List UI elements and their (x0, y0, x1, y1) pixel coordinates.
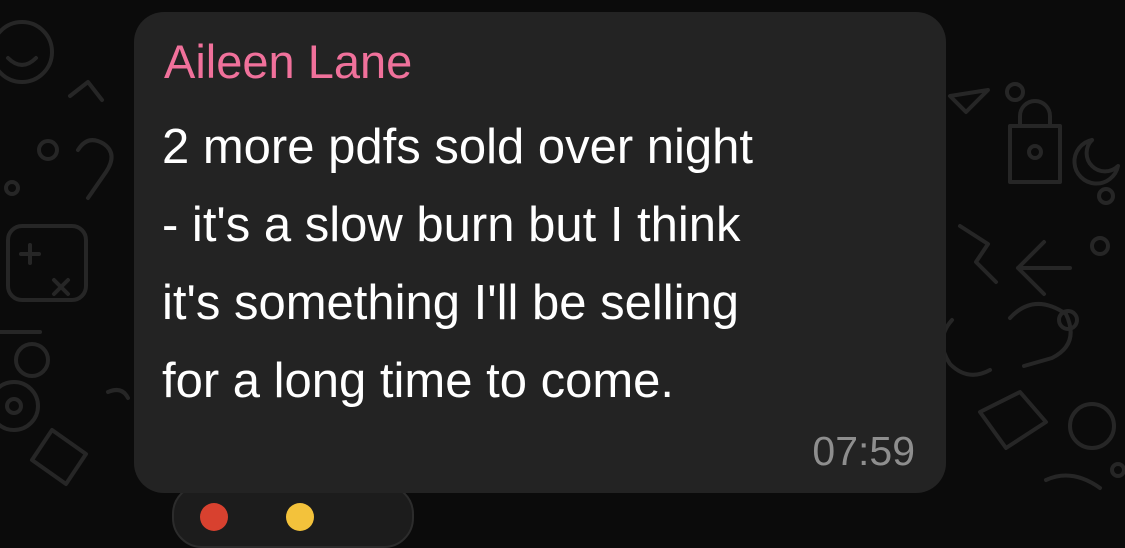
smile-doodle-icon (6, 56, 38, 67)
reaction-emoji-icon (286, 503, 314, 531)
sender-name: Aileen Lane (164, 35, 413, 88)
message-bubble[interactable]: Aileen Lane 2 more pdfs sold over night … (134, 12, 946, 493)
tube-doodle-icon (30, 428, 88, 486)
lock-doodle-icon (1008, 124, 1062, 184)
ring-doodle-icon (1068, 402, 1116, 450)
small-circle-doodle-icon (37, 139, 59, 161)
message-line: for a long time to come. (162, 354, 675, 408)
message-line: 2 more pdfs sold over night (162, 120, 754, 174)
bolt-doodle-icon (958, 224, 998, 284)
message-line: - it's a slow burn but I think (162, 198, 741, 252)
message-text: 2 more pdfs sold over night - it's a slo… (162, 108, 932, 420)
reaction-emoji-icon (200, 503, 228, 531)
moon-doodle-icon (1072, 138, 1120, 186)
arrow-doodle-icon (1016, 240, 1072, 296)
send-doodle-icon (948, 88, 990, 114)
card-doodle-icon (978, 390, 1048, 450)
calculator-doodle-icon (6, 224, 88, 302)
smiley-doodle-icon (0, 20, 54, 84)
message-timestamp: 07:59 (812, 428, 915, 474)
mic-doodle-icon (76, 138, 114, 200)
leaf-doodle-icon (940, 318, 992, 377)
check-doodle-icon (68, 80, 104, 102)
reaction-pill[interactable] (172, 484, 414, 548)
face-doodle-icon (14, 342, 50, 378)
message-line: it's something I'll be selling (162, 276, 740, 330)
